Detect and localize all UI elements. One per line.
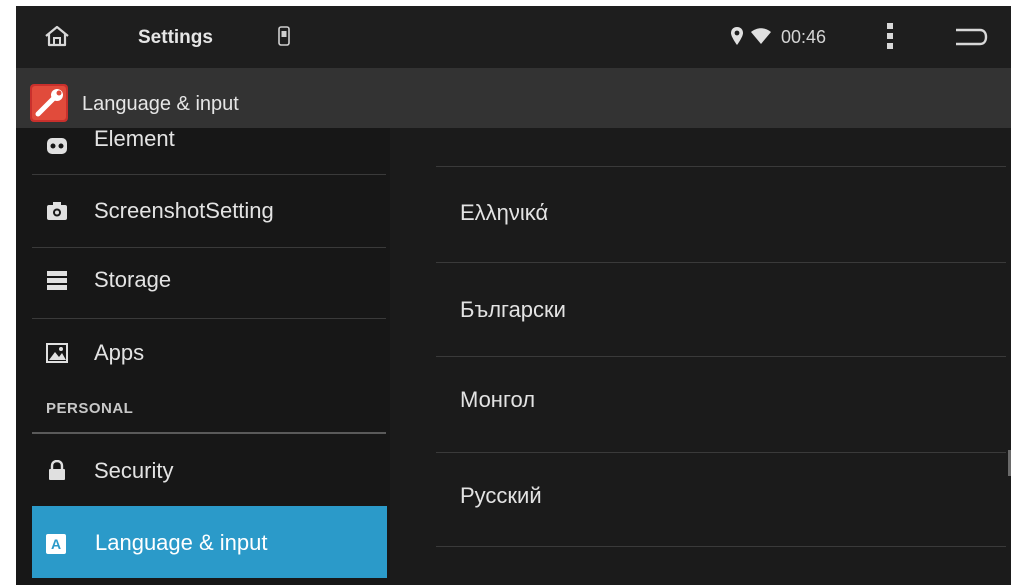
action-bar: Language & input <box>16 68 1011 128</box>
language-label: Български <box>460 297 566 322</box>
page-title: Language & input <box>82 93 239 115</box>
sidebar-item-label: Storage <box>94 267 172 292</box>
language-label: Русский <box>460 483 542 508</box>
sidebar-item-label: Apps <box>94 340 145 365</box>
divider <box>436 546 1006 547</box>
sidebar-item-storage[interactable]: Storage <box>32 248 388 318</box>
sidebar-item-screenshotsetting[interactable]: ScreenshotSetting <box>32 175 388 247</box>
back-icon[interactable] <box>952 26 988 48</box>
section-header-personal: PERSONAL <box>46 400 134 417</box>
language-label: Ελληνικά <box>460 200 549 225</box>
location-icon <box>731 27 743 45</box>
status-bar: Settings 00:46 <box>16 6 1011 68</box>
sidebar-item-language-input[interactable]: A Language & input <box>32 506 387 578</box>
language-item[interactable]: Ελληνικά <box>390 167 1011 262</box>
camera-icon <box>47 202 67 220</box>
storage-icon <box>47 271 67 290</box>
screen: Settings 00:46 Language & input Element … <box>16 6 1011 585</box>
lock-icon <box>49 460 65 480</box>
status-title: Settings <box>138 27 213 48</box>
sidebar-item-element[interactable]: Element <box>32 128 388 168</box>
home-icon[interactable] <box>44 24 70 48</box>
sidebar-item-apps[interactable]: Apps <box>32 319 388 385</box>
svg-text:A: A <box>51 536 61 552</box>
language-item[interactable]: Български <box>390 263 1011 356</box>
scrollbar[interactable] <box>1008 450 1011 476</box>
sidebar-item-label: ScreenshotSetting <box>94 198 274 223</box>
language-item[interactable]: Монгол <box>390 357 1011 452</box>
element-icon <box>47 138 67 154</box>
sidebar-item-security[interactable]: Security <box>32 434 388 504</box>
language-icon: A <box>46 534 66 554</box>
sidebar-item-label: Language & input <box>95 530 268 555</box>
wifi-icon <box>751 28 771 44</box>
sd-card-icon <box>278 26 290 46</box>
clock: 00:46 <box>781 27 827 47</box>
sidebar-item-label: Security <box>94 458 174 483</box>
settings-wrench-icon <box>30 84 68 122</box>
language-label: Монгол <box>460 387 536 412</box>
language-item[interactable]: Русский <box>390 453 1011 546</box>
language-list: Ελληνικά Български Монгол Русский <box>390 128 1011 585</box>
sidebar: Element ScreenshotSetting Storage Apps P… <box>16 128 390 585</box>
apps-icon <box>46 343 68 363</box>
sidebar-item-label: Element <box>94 128 175 151</box>
overflow-menu-icon[interactable] <box>886 22 894 50</box>
